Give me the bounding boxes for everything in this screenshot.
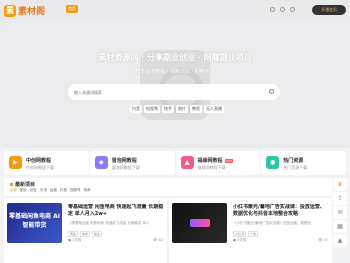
post-tag[interactable]: 副业 (92, 231, 103, 237)
post-tag[interactable]: 电商 (80, 231, 91, 237)
feature-title: 中创网教程 (26, 158, 52, 164)
post-card[interactable]: 零基础闲鱼电商 AI智能带货 零基础运营 闲鱼电商 快速起飞流量 长期稳定 单人… (4, 198, 167, 263)
user-icon[interactable] (290, 7, 295, 12)
hero-subtitle: 分享副业教程 · 网赚项目 · 网络资源 (135, 69, 215, 75)
play-icon: ▶ (9, 156, 22, 169)
section-tab[interactable]: 抖音 (60, 188, 67, 193)
post-meta: ● 1天前 (68, 238, 82, 242)
feature-desc: 冒泡网教程下载 (111, 165, 140, 170)
thumbnail-text: 零基础闲鱼电商 AI智能带货 (9, 213, 60, 229)
post-desc: 《小红书聚光/薯地广告实战课》投放运营、数据优 (233, 221, 312, 225)
feature-title-text: 福缘网教程 (197, 158, 223, 164)
share-icon[interactable]: ⇪ (333, 192, 347, 205)
nav-item[interactable] (137, 5, 141, 13)
feature-card[interactable]: ▶ 中创网教程 中创网教程下载 (4, 151, 89, 175)
section-tab[interactable]: 引流 (40, 188, 47, 193)
nav-item[interactable] (102, 5, 106, 13)
nav-item[interactable] (130, 5, 134, 13)
section-tab[interactable]: 视频号 (70, 188, 81, 193)
fire-icon: ● (266, 156, 280, 169)
post-title[interactable]: 零基础运营 闲鱼电商 快速起飞流量 长期稳定 单人月入2w+ (68, 204, 164, 218)
nav-item[interactable] (123, 5, 127, 13)
floating-toolbar: ♛ ⇪ ✉ ▦ ▲ (333, 178, 347, 247)
nav-item[interactable] (116, 5, 120, 13)
hot-badge: HOT (224, 159, 233, 163)
hot-tag[interactable]: 教程 (190, 105, 202, 113)
post-tag[interactable]: 小红书 (233, 231, 247, 237)
brand-logo-icon (190, 219, 210, 227)
post-tag[interactable]: 闲鱼 (68, 231, 79, 237)
logo-text: 素材阁 (18, 7, 46, 17)
site-logo[interactable]: 素 素材阁 (4, 4, 45, 17)
nav-item[interactable] (95, 5, 99, 13)
post-thumbnail[interactable]: 零基础闲鱼电商 AI智能带货 (7, 203, 62, 243)
bubble-icon: ◆ (94, 156, 108, 169)
search-input[interactable] (74, 88, 264, 96)
section-tab[interactable]: 创业 (30, 188, 37, 193)
nav-item-home[interactable]: 首页 (66, 5, 78, 13)
hot-tags: 抖音 短视频 快手 图片 教程 无人直播 (130, 105, 224, 113)
post-views: 👁 37 (317, 238, 328, 242)
section-tab[interactable]: 运营 (50, 188, 57, 193)
hero-banner: 素材资源网 · 分享副业创业 · 网赚副业项目 分享副业教程 · 网赚项目 · … (0, 20, 350, 148)
post-meta: ● 2天前 (233, 238, 247, 242)
post-list: 零基础闲鱼电商 AI智能带货 零基础运营 闲鱼电商 快速起飞流量 长期稳定 单人… (4, 198, 332, 263)
post-tags: 小红书 广告 (233, 231, 259, 237)
header-icon-group (270, 7, 295, 12)
feature-desc: 福缘网教程下载 (197, 165, 226, 170)
section-tabs: 全部 副业 创业 引流 运营 抖音 视频号 电商 (10, 188, 91, 193)
hot-tag[interactable]: 无人直播 (204, 105, 224, 113)
feature-desc: 热门资源下载 (283, 165, 308, 170)
feature-desc: 中创网教程下载 (26, 165, 54, 170)
chat-icon[interactable]: ✉ (333, 206, 347, 219)
hot-tag[interactable]: 快手 (162, 105, 174, 113)
feature-cards: ▶ 中创网教程 中创网教程下载 ◆ 冒泡网教程 冒泡网教程下载 ▲ 福缘网教程 H… (4, 151, 346, 175)
post-views: 👁 42 (152, 238, 163, 242)
feature-title: 福缘网教程 HOT (198, 157, 233, 164)
qr-icon[interactable]: ▦ (333, 220, 347, 233)
post-tags: 闲鱼 电商 副业 (68, 231, 103, 237)
post-title[interactable]: 小红书聚光/薯地广告实战课：投放运营、数据优化与抖音本地整合攻略 (233, 204, 329, 218)
top-icon[interactable]: ▲ (333, 234, 347, 247)
logo-icon: 素 (4, 4, 16, 17)
feature-card[interactable]: ▲ 福缘网教程 HOT 福缘网教程下载 (175, 151, 261, 175)
feature-title: 热门资源 (283, 158, 304, 164)
search-icon[interactable] (270, 7, 275, 12)
main-nav: 首页 (66, 5, 141, 13)
post-tag[interactable]: 广告 (248, 231, 259, 237)
post-desc: 《零基础运营 闲鱼电商 快速起飞流量 长期稳定 单人 (68, 221, 150, 225)
gift-icon: ▲ (180, 156, 194, 169)
hot-tag[interactable]: 图片 (176, 105, 188, 113)
post-card[interactable]: 小红书聚光/薯地广告实战课：投放运营、数据优化与抖音本地整合攻略 《小红书聚光/… (169, 198, 332, 263)
nav-item[interactable] (81, 5, 85, 13)
hot-tag[interactable]: 短视频 (144, 105, 160, 113)
nav-item[interactable] (109, 5, 113, 13)
hero-title: 素材资源网 · 分享副业创业 · 网赚副业项目 (98, 53, 252, 62)
top-navigation-bar: 素 素材阁 首页 开通会员 (0, 0, 350, 20)
vip-button[interactable]: 开通会员 (312, 5, 346, 15)
section-title: 最新项目 (10, 181, 35, 188)
feature-title: 冒泡网教程 (111, 158, 137, 164)
search-box (68, 84, 280, 100)
feature-card[interactable]: ● 热门资源 热门资源下载 (261, 151, 346, 175)
feature-card[interactable]: ◆ 冒泡网教程 冒泡网教程下载 (89, 151, 175, 175)
section-tab[interactable]: 电商 (84, 188, 91, 193)
post-thumbnail[interactable] (172, 203, 227, 243)
section-header: 最新项目 全部 副业 创业 引流 运营 抖音 视频号 电商 (4, 178, 332, 196)
section-tab[interactable]: 副业 (20, 188, 27, 193)
nav-item[interactable] (88, 5, 92, 13)
hot-tag[interactable]: 抖音 (130, 105, 142, 113)
theme-icon[interactable] (280, 7, 285, 12)
section-tab[interactable]: 全部 (10, 188, 17, 193)
search-icon[interactable] (269, 89, 274, 94)
crown-icon[interactable]: ♛ (333, 178, 347, 191)
